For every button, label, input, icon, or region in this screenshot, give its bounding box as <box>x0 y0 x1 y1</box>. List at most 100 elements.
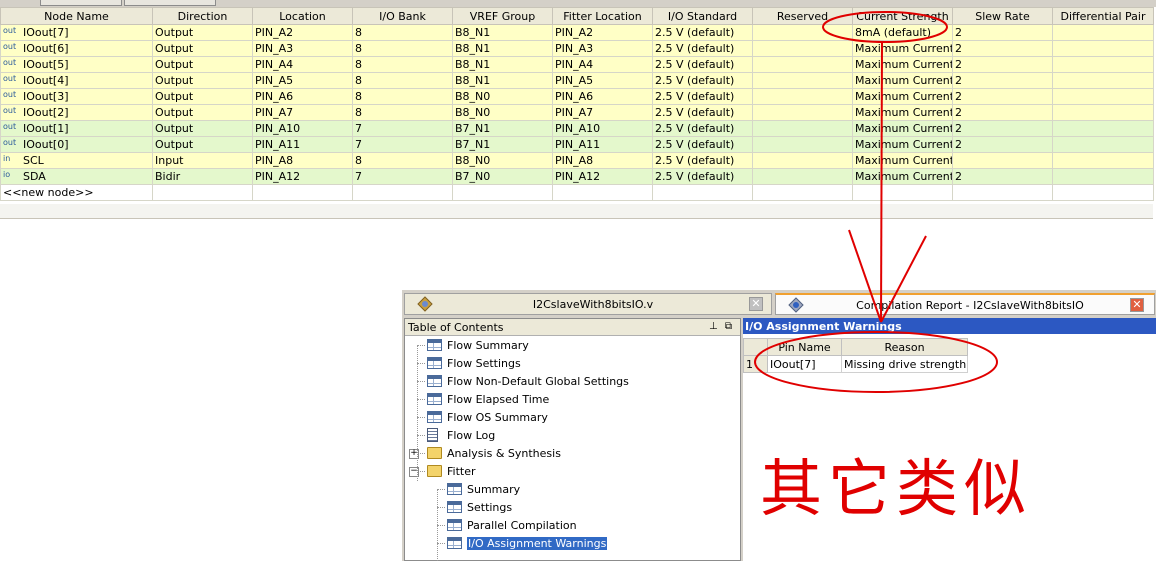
toc-item[interactable]: Flow Settings <box>405 355 740 373</box>
cell-direction[interactable]: Output <box>152 72 253 89</box>
column-header[interactable]: I/O Standard <box>652 7 753 25</box>
cell-vref[interactable]: B8_N1 <box>452 72 553 89</box>
cell-fitter[interactable]: PIN_A12 <box>552 168 653 185</box>
cell-fitter[interactable]: PIN_A11 <box>552 136 653 153</box>
cell-standard[interactable]: 2.5 V (default) <box>652 136 753 153</box>
tab-stub[interactable] <box>40 0 122 6</box>
cell-standard[interactable]: 2.5 V (default) <box>652 120 753 137</box>
table-row[interactable]: in SCL Input PIN_A8 8 B8_N0 PIN_A8 2.5 V (defau… <box>0 152 1154 169</box>
table-row[interactable]: 1 IOout[7] Missing drive strength <box>743 355 968 373</box>
cell-direction[interactable]: Output <box>152 40 253 57</box>
cell-standard[interactable]: 2.5 V (default) <box>652 168 753 185</box>
cell-strength[interactable]: Maximum Current <box>852 72 953 89</box>
toc-item[interactable]: Flow Log <box>405 427 740 445</box>
cell-slew[interactable]: 2 <box>952 56 1053 73</box>
cell-direction[interactable]: Input <box>152 152 253 169</box>
table-row[interactable]: out IOout[0] Output PIN_A11 7 B7_N1 PIN_A11 2.5… <box>0 136 1154 153</box>
new-node-cell[interactable]: <<new node>> <box>0 184 153 201</box>
column-header[interactable]: Direction <box>152 7 253 25</box>
cell-standard[interactable]: 2.5 V (default) <box>652 72 753 89</box>
cell-bank[interactable]: 7 <box>352 136 453 153</box>
cell-slew[interactable]: 2 <box>952 72 1053 89</box>
table-row[interactable]: out IOout[5] Output PIN_A4 8 B8_N1 PIN_A4 2.5 V… <box>0 56 1154 73</box>
tab-verilog-file[interactable]: I2CslaveWith8bitsIO.v ✕ <box>404 293 772 315</box>
cell-diff[interactable] <box>1052 152 1154 169</box>
cell-diff[interactable] <box>1052 88 1154 105</box>
cell-standard[interactable]: 2.5 V (default) <box>652 24 753 41</box>
cell-strength[interactable]: Maximum Current <box>852 152 953 169</box>
cell-diff[interactable] <box>1052 168 1154 185</box>
cell-name[interactable]: out IOout[4] <box>0 72 153 89</box>
cell-fitter[interactable]: PIN_A7 <box>552 104 653 121</box>
cell-standard[interactable]: 2.5 V (default) <box>652 56 753 73</box>
cell-direction[interactable]: Output <box>152 104 253 121</box>
cell-reserved[interactable] <box>752 40 853 57</box>
table-row[interactable]: out IOout[3] Output PIN_A6 8 B8_N0 PIN_A6 2.5 V… <box>0 88 1154 105</box>
cell-strength[interactable]: Maximum Current <box>852 56 953 73</box>
cell-location[interactable]: PIN_A8 <box>252 152 353 169</box>
cell-bank[interactable]: 7 <box>352 168 453 185</box>
empty-cell[interactable] <box>152 184 253 201</box>
toc-item[interactable]: Flow OS Summary <box>405 409 740 427</box>
empty-cell[interactable] <box>852 184 953 201</box>
close-icon[interactable]: ✕ <box>749 297 763 311</box>
table-row[interactable]: out IOout[7] Output PIN_A2 8 B8_N1 PIN_A2 2.5 V… <box>0 24 1154 41</box>
cell-name[interactable]: out IOout[0] <box>0 136 153 153</box>
toc-item[interactable]: Settings <box>405 499 740 517</box>
empty-cell[interactable] <box>1052 184 1154 201</box>
cell-fitter[interactable]: PIN_A3 <box>552 40 653 57</box>
cell-direction[interactable]: Output <box>152 56 253 73</box>
column-header[interactable]: Location <box>252 7 353 25</box>
cell-reserved[interactable] <box>752 136 853 153</box>
cell-bank[interactable]: 8 <box>352 88 453 105</box>
cell-fitter[interactable]: PIN_A5 <box>552 72 653 89</box>
cell-strength[interactable]: Maximum Current <box>852 88 953 105</box>
cell-bank[interactable]: 8 <box>352 40 453 57</box>
cell-vref[interactable]: B8_N0 <box>452 88 553 105</box>
cell-vref[interactable]: B8_N1 <box>452 40 553 57</box>
column-header[interactable]: Slew Rate <box>952 7 1053 25</box>
toc-item[interactable]: Parallel Compilation <box>405 517 740 535</box>
cell-location[interactable]: PIN_A11 <box>252 136 353 153</box>
column-header[interactable]: Current Strength <box>852 7 953 25</box>
cell-name[interactable]: out IOout[2] <box>0 104 153 121</box>
cell-vref[interactable]: B7_N1 <box>452 136 553 153</box>
column-header[interactable]: I/O Bank <box>352 7 453 25</box>
cell-reserved[interactable] <box>752 56 853 73</box>
cell-diff[interactable] <box>1052 104 1154 121</box>
cell-location[interactable]: PIN_A2 <box>252 24 353 41</box>
cell-bank[interactable]: 8 <box>352 24 453 41</box>
cell-fitter[interactable]: PIN_A2 <box>552 24 653 41</box>
cell-vref[interactable]: B8_N1 <box>452 56 553 73</box>
cell-diff[interactable] <box>1052 24 1154 41</box>
column-header[interactable]: Differential Pair <box>1052 7 1154 25</box>
cell-vref[interactable]: B8_N0 <box>452 152 553 169</box>
cell-name[interactable]: in SCL <box>0 152 153 169</box>
column-header[interactable]: Pin Name <box>767 338 842 356</box>
cell-slew[interactable]: 2 <box>952 136 1053 153</box>
cell-diff[interactable] <box>1052 120 1154 137</box>
cell-reserved[interactable] <box>752 104 853 121</box>
cell-strength[interactable]: 8mA (default) <box>852 24 953 41</box>
cell-direction[interactable]: Output <box>152 24 253 41</box>
cell-standard[interactable]: 2.5 V (default) <box>652 40 753 57</box>
cell-standard[interactable]: 2.5 V (default) <box>652 152 753 169</box>
table-row[interactable]: io SDA Bidir PIN_A12 7 B7_N0 PIN_A12 2.5 V (def… <box>0 168 1154 185</box>
empty-cell[interactable] <box>552 184 653 201</box>
column-header[interactable]: Reserved <box>752 7 853 25</box>
cell-name[interactable]: io SDA <box>0 168 153 185</box>
cell-strength[interactable]: Maximum Current <box>852 120 953 137</box>
toc-item[interactable]: Flow Non-Default Global Settings <box>405 373 740 391</box>
empty-cell[interactable] <box>752 184 853 201</box>
cell-bank[interactable]: 7 <box>352 120 453 137</box>
table-row[interactable]: out IOout[1] Output PIN_A10 7 B7_N1 PIN_A10 2.5… <box>0 120 1154 137</box>
cell-name[interactable]: out IOout[6] <box>0 40 153 57</box>
cell-location[interactable]: PIN_A7 <box>252 104 353 121</box>
empty-cell[interactable] <box>952 184 1053 201</box>
cell-location[interactable]: PIN_A12 <box>252 168 353 185</box>
cell-vref[interactable]: B8_N0 <box>452 104 553 121</box>
cell-direction[interactable]: Bidir <box>152 168 253 185</box>
cell-fitter[interactable]: PIN_A4 <box>552 56 653 73</box>
table-row[interactable]: out IOout[4] Output PIN_A5 8 B8_N1 PIN_A5 2.5 V… <box>0 72 1154 89</box>
cell-bank[interactable]: 8 <box>352 152 453 169</box>
